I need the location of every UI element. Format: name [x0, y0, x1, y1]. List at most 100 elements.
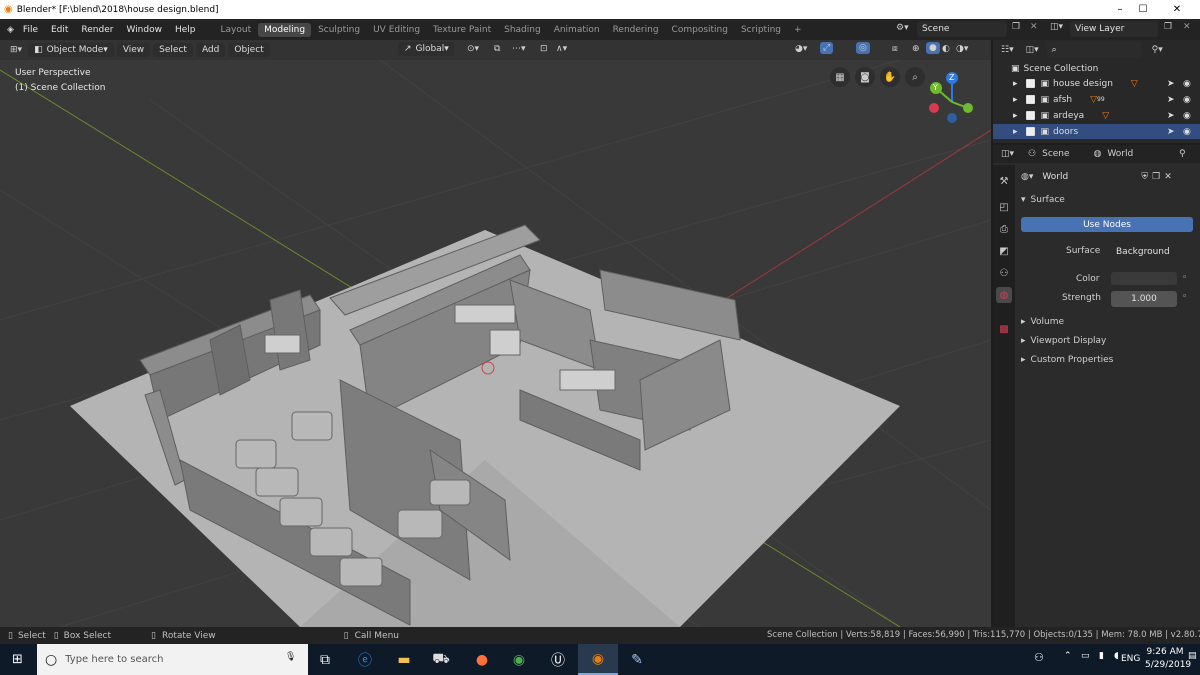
visibility-checkbox[interactable]	[1025, 111, 1035, 120]
select-menu[interactable]: Select	[153, 43, 193, 57]
add-workspace-button[interactable]: +	[788, 23, 808, 37]
close-button[interactable]: ✕	[1154, 0, 1200, 19]
scene-breadcrumb[interactable]: Scene	[1042, 149, 1069, 159]
windows-start-icon[interactable]: ⊞	[12, 652, 23, 667]
tab-uv-editing[interactable]: UV Editing	[367, 23, 426, 37]
tab-shading[interactable]: Shading	[498, 23, 547, 37]
eye-icon[interactable]: ◉	[1183, 95, 1191, 105]
fake-user-icon[interactable]: ⛨	[1141, 172, 1148, 182]
unlink-world-icon[interactable]: ✕	[1164, 172, 1172, 182]
view-layer-tab-icon[interactable]: ◩	[996, 243, 1012, 259]
file-explorer-icon[interactable]: ▬	[384, 644, 424, 675]
outliner-item-doors[interactable]: ▸ ▣ doors ➤ ◉	[993, 124, 1200, 139]
tab-texture-paint[interactable]: Texture Paint	[427, 23, 497, 37]
taskbar-clock[interactable]: 9:26 AM 5/29/2019	[1145, 646, 1191, 672]
expand-arrow-icon[interactable]: ▸	[1013, 111, 1018, 121]
snap-menu-icon[interactable]: ⋯▾	[512, 44, 526, 54]
blender-taskbar-icon[interactable]: ◉	[578, 644, 618, 675]
pan-hand-icon[interactable]: ✋	[880, 67, 900, 87]
view-menu[interactable]: View	[116, 43, 151, 57]
network-icon[interactable]: ▭	[1081, 651, 1090, 661]
tray-chevron-icon[interactable]: ⌃	[1064, 651, 1072, 661]
select-cursor-icon[interactable]: ➤	[1167, 111, 1175, 121]
select-cursor-icon[interactable]: ➤	[1167, 127, 1175, 137]
tab-animation[interactable]: Animation	[548, 23, 606, 37]
strength-field[interactable]: 1.000	[1111, 291, 1177, 307]
chrome-icon[interactable]: ◉	[499, 644, 539, 675]
new-view-layer-icon[interactable]: ❐	[1164, 22, 1172, 32]
display-mode-icon[interactable]: ◫▾	[1026, 45, 1039, 55]
eye-icon[interactable]: ◉	[1183, 79, 1191, 89]
color-link-icon[interactable]: ◦	[1182, 273, 1187, 283]
view-layer-icon[interactable]: ◫▾	[1050, 22, 1063, 32]
texture-tab-icon[interactable]: ▩	[996, 321, 1012, 337]
language-indicator[interactable]: ENG	[1121, 654, 1140, 664]
strength-link-icon[interactable]: ◦	[1182, 292, 1187, 302]
tool-tab-icon[interactable]: ⚒	[996, 173, 1012, 189]
pin-icon[interactable]: ⚲	[1179, 149, 1186, 159]
view-layer-selector[interactable]: View Layer	[1070, 21, 1158, 37]
task-view-icon[interactable]: ⧉	[305, 644, 345, 675]
gizmo-toggle-icon[interactable]: ⤢	[820, 42, 834, 54]
outliner-editor-icon[interactable]: ☷▾	[1001, 45, 1014, 55]
wireframe-shading-icon[interactable]: ⊕	[912, 44, 920, 54]
notification-icon[interactable]: ▤	[1188, 651, 1197, 661]
tab-rendering[interactable]: Rendering	[607, 23, 665, 37]
edge-browser-icon[interactable]: ⓔ	[345, 644, 385, 675]
delete-scene-icon[interactable]: ✕	[1030, 22, 1038, 32]
material-shading-icon[interactable]: ◐	[942, 44, 950, 54]
navigation-gizmo[interactable]: Z Y	[920, 68, 980, 128]
pivot-icon[interactable]: ⊙▾	[467, 44, 479, 54]
world-name-field[interactable]: World	[1037, 169, 1138, 185]
use-nodes-button[interactable]: Use Nodes	[1021, 217, 1193, 232]
expand-arrow-icon[interactable]: ▸	[1013, 127, 1018, 137]
outliner-item-house-design[interactable]: ▸ ▣ house design ▽ ➤ ◉	[993, 76, 1200, 91]
firefox-icon[interactable]: ●	[462, 644, 502, 675]
surface-shader-field[interactable]: Background	[1111, 244, 1191, 260]
store-icon[interactable]: ⛟	[421, 644, 461, 675]
paint-icon[interactable]: ✎	[617, 644, 657, 675]
select-cursor-icon[interactable]: ➤	[1167, 79, 1175, 89]
scene-tab-icon[interactable]: ⚇	[996, 265, 1012, 281]
world-breadcrumb[interactable]: World	[1107, 149, 1133, 159]
output-tab-icon[interactable]: ⎙	[996, 221, 1012, 237]
duplicate-world-icon[interactable]: ❐	[1152, 172, 1160, 182]
surface-panel-header[interactable]: ▾ Surface	[1021, 195, 1065, 205]
menu-edit[interactable]: Edit	[51, 25, 68, 35]
outliner-item-ardeya[interactable]: ▸ ▣ ardeya ▽ ➤ ◉	[993, 108, 1200, 123]
camera-icon[interactable]: ◙	[855, 67, 875, 87]
falloff-icon[interactable]: ∧▾	[556, 44, 567, 54]
tab-sculpting[interactable]: Sculpting	[312, 23, 366, 37]
rendered-shading-icon[interactable]: ◑▾	[956, 44, 968, 54]
outliner-item-afsh[interactable]: ▸ ▣ afsh ▽ 99 ➤ ◉	[993, 92, 1200, 107]
microphone-icon[interactable]: 🎙	[285, 652, 296, 662]
snap-icon[interactable]: ⧉	[494, 44, 500, 54]
taskbar-search-box[interactable]: ○ Type here to search 🎙	[37, 644, 308, 675]
tab-modeling[interactable]: Modeling	[258, 22, 312, 37]
eye-icon[interactable]: ◉	[1183, 111, 1191, 121]
object-menu[interactable]: Object	[228, 43, 270, 57]
add-menu[interactable]: Add	[195, 43, 226, 57]
3d-viewport[interactable]: ⊞▾ ◧ Object Mode ▾ View Select Add Object…	[0, 40, 991, 627]
blender-menu-icon[interactable]: ◈	[7, 25, 14, 35]
tab-layout[interactable]: Layout	[215, 23, 258, 37]
render-tab-icon[interactable]: ◰	[996, 199, 1012, 215]
tab-compositing[interactable]: Compositing	[666, 23, 734, 37]
scene-selector[interactable]: Scene	[917, 21, 1007, 37]
filter-icon[interactable]: ⚲▾	[1152, 45, 1163, 55]
visibility-checkbox[interactable]	[1025, 95, 1035, 104]
battery-icon[interactable]: ▮	[1099, 651, 1104, 661]
color-swatch[interactable]	[1111, 272, 1177, 285]
people-icon[interactable]: ⚇	[1034, 651, 1044, 664]
menu-file[interactable]: File	[23, 25, 38, 35]
overlay-toggle-icon[interactable]: ◎	[856, 42, 870, 54]
expand-arrow-icon[interactable]: ▸	[1013, 95, 1018, 105]
xray-icon[interactable]: ⧈	[892, 44, 898, 54]
delete-view-layer-icon[interactable]: ✕	[1183, 22, 1191, 32]
unreal-engine-icon[interactable]: Ⓤ	[538, 644, 578, 675]
menu-help[interactable]: Help	[175, 25, 196, 35]
scene-icon[interactable]: ⚙▾	[896, 23, 909, 33]
outliner-root[interactable]: ▣ Scene Collection	[993, 61, 1200, 76]
volume-panel-header[interactable]: ▸ Volume	[1021, 317, 1064, 327]
visibility-checkbox[interactable]	[1025, 127, 1035, 136]
